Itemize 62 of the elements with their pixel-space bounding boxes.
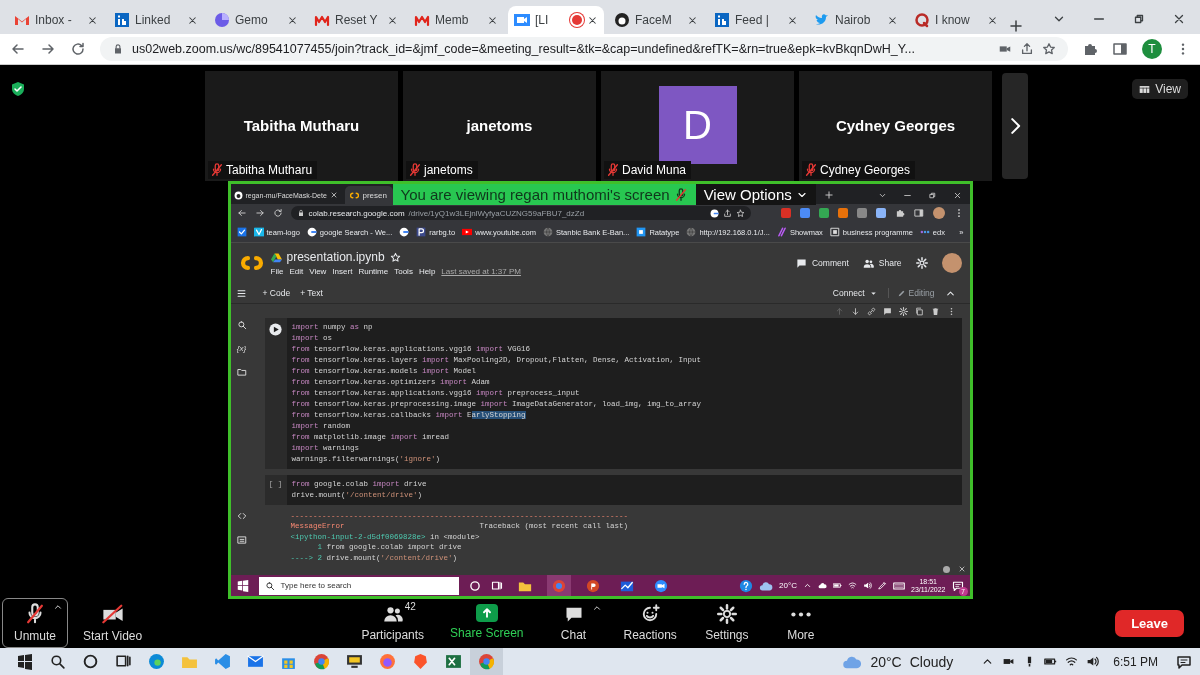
toolbar-button[interactable]: Settings <box>693 599 760 647</box>
participant-tile[interactable]: Cydney Georges Cydney Georges <box>799 71 992 181</box>
browser-tab[interactable]: Memb <box>408 6 504 34</box>
toolbar-button[interactable]: Reactions <box>614 599 686 647</box>
toolbar-button[interactable]: Chat <box>540 599 607 647</box>
menu-item[interactable]: Runtime <box>358 267 389 276</box>
participant-label: Tabitha Mutharu <box>226 163 313 177</box>
add-text-button[interactable]: + Text <box>300 288 323 298</box>
leave-button[interactable]: Leave <box>1115 609 1184 637</box>
toolbar-button[interactable]: Share Screen <box>441 599 533 647</box>
search-field[interactable]: Type here to search <box>258 576 459 595</box>
participant-tile[interactable]: D David Muna <box>601 71 794 181</box>
url-host: colab.research.google.com <box>308 208 405 218</box>
menu-item[interactable]: View <box>309 267 327 276</box>
variables-icon[interactable]: {x} <box>236 344 247 353</box>
browser-tab[interactable]: Linked <box>108 6 204 34</box>
comment-button[interactable]: Comment <box>795 257 849 269</box>
view-options-button[interactable]: View Options <box>695 184 816 205</box>
participant-name: Cydney Georges <box>835 117 956 134</box>
participant-tile[interactable]: janetoms janetoms <box>403 71 596 181</box>
browser-tab[interactable]: Gemo <box>208 6 304 34</box>
connect-button[interactable]: Connect <box>832 288 878 298</box>
toolbar-button[interactable]: Participants 42 <box>352 599 434 647</box>
browser-tab[interactable]: [LI <box>508 6 604 34</box>
participant-tile[interactable]: Tabitha Mutharu Tabitha Mutharu <box>205 71 398 181</box>
browser-tab[interactable]: I know <box>908 6 1004 34</box>
participant-label: Cydney Georges <box>820 163 911 177</box>
toolbar-button[interactable]: Start Video <box>74 598 152 648</box>
browser-tab[interactable]: presen <box>344 186 393 204</box>
url-path: /drive/1yQ1w3LEjnlWyfyaCUZNG59aFBU7_dzZd <box>408 208 586 218</box>
last-saved-link[interactable]: Last saved at 1:37 PM <box>441 267 521 276</box>
url-text: us02web.zoom.us/wc/89541077455/join?track_id=&jmf_code=&meeting_result=&tk=&cap=undefined&refTK=&rn=true&epk=kvBkqnDwH_Y... <box>132 42 916 56</box>
browser-tab[interactable]: Reset Y <box>308 6 404 34</box>
address-bar[interactable]: us02web.zoom.us/wc/89541077455/join?track_id=&jmf_code=&meeting_result=&tk=&cap=undefined&refTK=&rn=true&epk=kvBkqnDwH_Y... <box>100 37 1068 61</box>
browser-tab[interactable]: Inbox - <box>8 6 104 34</box>
menu-item[interactable]: Help <box>418 267 436 276</box>
toolbar-button[interactable]: More <box>767 599 834 647</box>
participant-label: janetoms <box>424 163 473 177</box>
banner-text: You are viewing regan muthomi's screen <box>400 186 670 203</box>
participant-name: Tabitha Mutharu <box>243 117 360 134</box>
weather-text: Cloudy <box>909 653 954 670</box>
temperature-text: 20°C <box>870 653 902 670</box>
share-button[interactable]: Share <box>862 257 902 269</box>
participant-label: David Muna <box>622 163 687 177</box>
participant-name: janetoms <box>466 117 533 134</box>
browser-tab[interactable]: FaceM <box>608 6 704 34</box>
editing-status[interactable]: Editing <box>887 288 935 298</box>
menu-item[interactable]: Tools <box>394 267 413 276</box>
address-bar[interactable]: colab.research.google.com /drive/1yQ1w3LEjnlWyfyaCUZNG59aFBU7_dzZd <box>290 206 751 220</box>
profile-avatar[interactable]: T <box>1142 39 1162 59</box>
add-code-button[interactable]: + Code <box>262 288 291 298</box>
temperature-text: 20°C <box>779 581 797 590</box>
browser-tab[interactable]: Feed | <box>708 6 804 34</box>
view-button[interactable]: View <box>1132 79 1188 99</box>
menu-item[interactable]: File <box>270 267 284 276</box>
participant-count: 42 <box>404 601 416 612</box>
clock[interactable]: 6:51 PM <box>1113 654 1158 669</box>
notebook-title[interactable]: presentation.ipynb <box>286 250 385 264</box>
menu-item[interactable]: Edit <box>289 267 304 276</box>
browser-tab[interactable]: Nairob <box>808 6 904 34</box>
participant-avatar: D <box>658 86 737 164</box>
menu-item[interactable]: Insert <box>332 267 353 276</box>
